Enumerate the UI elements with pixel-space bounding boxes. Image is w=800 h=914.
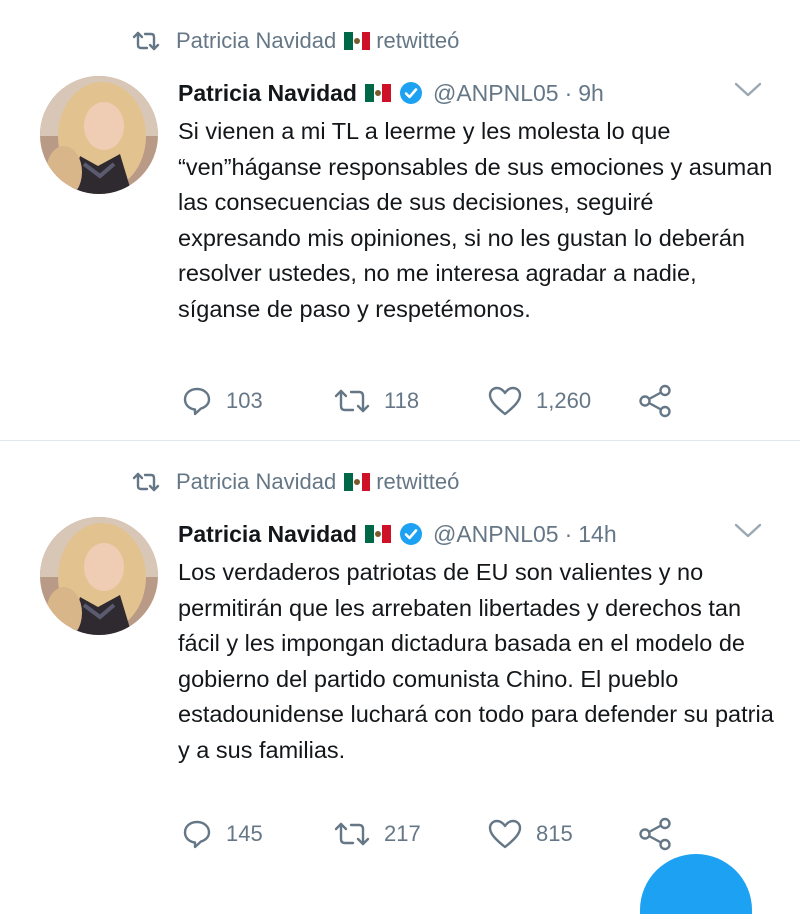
retweet-action-label: retwitteó (376, 28, 460, 53)
mexico-flag-emoji (364, 525, 391, 543)
like-button[interactable]: 1,260 (488, 386, 638, 416)
tweet-card[interactable]: Patricia Navidad retwitteó Patricia Navi… (0, 441, 800, 877)
retweet-icon (334, 822, 370, 846)
retweet-button[interactable]: 217 (334, 821, 488, 847)
share-button[interactable] (638, 817, 672, 851)
share-button[interactable] (638, 384, 672, 418)
retweet-icon (334, 389, 370, 413)
separator-dot: · (564, 79, 573, 106)
author-name[interactable]: Patricia Navidad (178, 521, 357, 548)
share-icon (639, 817, 671, 851)
separator-dot: · (564, 520, 573, 547)
verified-badge-icon (399, 523, 422, 545)
mexico-flag-emoji (344, 473, 371, 491)
reply-count: 145 (226, 821, 263, 846)
retweet-count: 118 (384, 388, 420, 413)
verified-badge-icon (399, 82, 422, 104)
share-icon (639, 384, 671, 418)
author-handle[interactable]: @ANPNL05 (433, 80, 559, 107)
retweet-banner: Patricia Navidad retwitteó (132, 467, 459, 497)
avatar[interactable] (40, 76, 158, 194)
mexico-flag-emoji (364, 84, 391, 102)
tweet-text: Si vienen a mi TL a leerme y les molesta… (178, 118, 773, 322)
heart-icon (488, 386, 522, 416)
retweeter-name[interactable]: Patricia Navidad (176, 28, 336, 54)
mexico-flag-emoji (344, 32, 371, 50)
chevron-down-icon[interactable] (732, 521, 764, 541)
reply-button[interactable]: 145 (182, 819, 334, 849)
tweet-timestamp[interactable]: 14h (578, 521, 616, 548)
retweet-button[interactable]: 118 (334, 388, 488, 414)
tweet-header: Patricia Navidad @ANPNL05 · 14h (178, 517, 617, 551)
reply-count: 103 (226, 388, 263, 413)
retweet-icon (132, 472, 160, 492)
heart-icon (488, 819, 522, 849)
like-button[interactable]: 815 (488, 819, 638, 849)
retweeter-name[interactable]: Patricia Navidad (176, 469, 336, 495)
like-count: 815 (536, 821, 573, 846)
avatar[interactable] (40, 517, 158, 635)
author-handle[interactable]: @ANPNL05 (433, 521, 559, 548)
reply-icon (183, 387, 211, 416)
tweet-actions: 103 118 1,260 (182, 384, 672, 418)
reply-icon (183, 820, 211, 849)
chevron-down-icon[interactable] (732, 80, 764, 100)
tweet-timestamp[interactable]: 9h (578, 80, 604, 107)
retweet-action-label: retwitteó (376, 469, 460, 494)
like-count: 1,260 (536, 388, 592, 413)
tweet-card[interactable]: Patricia Navidad retwitteó Patricia Navi… (0, 0, 800, 440)
retweet-icon (132, 31, 160, 51)
reply-button[interactable]: 103 (182, 386, 334, 416)
retweet-count: 217 (384, 821, 421, 846)
author-name[interactable]: Patricia Navidad (178, 80, 357, 107)
tweet-text: Los verdaderos patriotas de EU son valie… (178, 559, 774, 763)
tweet-actions: 145 217 815 (182, 817, 672, 851)
tweet-header: Patricia Navidad @ANPNL05 · 9h (178, 76, 604, 110)
retweet-banner: Patricia Navidad retwitteó (132, 26, 459, 56)
